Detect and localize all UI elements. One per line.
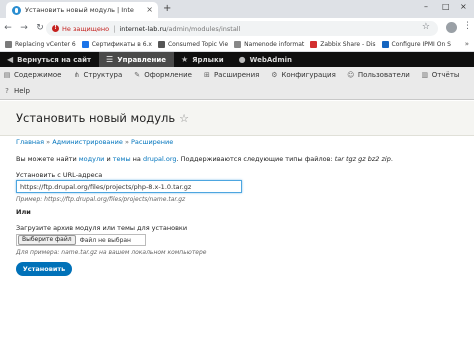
breadcrumb-home[interactable]: Главная [16, 138, 44, 146]
admin-toolbar: ◀ Вернуться на сайт ☰ Управление ★ Ярлыки ●… [0, 52, 474, 67]
add-shortcut-star-icon[interactable]: ☆ [179, 112, 189, 125]
tray-item-extend[interactable]: ⊞ Расширения [203, 71, 259, 79]
or-label: Или [16, 208, 31, 216]
bookmark-item[interactable]: Consumed Topic Vie [157, 41, 228, 48]
back-arrow-icon: ◀ [7, 55, 14, 64]
address-bar[interactable]: ! Не защищено | internet-lab.ru/admin/mo… [46, 21, 438, 36]
bookmark-item[interactable]: Configure IPMI On S [381, 41, 451, 48]
file-upload-field[interactable]: Выберите файл Файл не выбран [16, 234, 146, 246]
user-icon: ● [238, 55, 246, 64]
forward-icon[interactable]: → [16, 23, 32, 33]
back-icon[interactable]: ← [0, 23, 16, 33]
bookmark-icon [157, 41, 165, 48]
url-text[interactable]: internet-lab.ru/admin/modules/install [119, 25, 240, 33]
close-window-button[interactable]: × [460, 2, 467, 11]
help-icon: ? [5, 87, 9, 95]
shortcuts-tab[interactable]: ★ Ярлыки [174, 52, 232, 67]
maximize-button[interactable]: □ [442, 2, 450, 11]
page-header: Установить новый модуль ☆ [0, 101, 474, 136]
tray-item-reports[interactable]: ▥ Отчёты [421, 71, 459, 79]
file-status: Файл не выбран [79, 236, 131, 244]
bookmark-item[interactable]: Namenode informat [234, 41, 304, 48]
bookmark-item[interactable]: Сертификаты в 6.x [81, 41, 152, 48]
bookmark-icon [310, 41, 318, 48]
breadcrumb-extend[interactable]: Расширение [131, 138, 173, 146]
tab-title: Установить новый модуль | Inte [25, 6, 134, 14]
manage-menu-tab[interactable]: ☰ Управление [99, 52, 174, 67]
user-tab[interactable]: ● WebAdmin [232, 52, 300, 67]
bookmark-icon [81, 41, 89, 48]
browser-tabstrip: Установить новый модуль | Inte × + – □ × [0, 0, 474, 18]
star-icon: ★ [180, 55, 189, 64]
back-to-site-link[interactable]: ◀ Вернуться на сайт [0, 52, 99, 67]
tray-item-content[interactable]: ▤ Содержимое [3, 71, 62, 79]
tray-item-configuration[interactable]: ⚙ Конфигурация [270, 71, 336, 79]
breadcrumb: Главная » Администрирование » Расширение [16, 138, 174, 146]
bookmark-item[interactable]: Replacing vCenter 6 [5, 41, 76, 48]
bookmark-icon [381, 41, 389, 48]
drupal-favicon-icon [12, 5, 21, 15]
upload-label: Загрузите архив модуля или темы для уста… [16, 224, 188, 232]
tab-close-icon[interactable]: × [146, 5, 153, 14]
bookmark-icon [5, 41, 12, 48]
appearance-icon: ✎ [134, 71, 141, 79]
themes-link[interactable]: темы [113, 155, 131, 163]
url-hint: Пример: https://ftp.drupal.org/files/pro… [16, 196, 186, 203]
drupal-org-link[interactable]: drupal.org [143, 155, 177, 163]
not-secure-icon[interactable]: ! [52, 25, 59, 32]
wrench-icon: ⚙ [271, 71, 278, 79]
page-title: Установить новый модуль [16, 111, 176, 125]
project-url-input[interactable]: https://ftp.drupal.org/files/projects/ph… [16, 180, 242, 193]
minimize-button[interactable]: – [424, 2, 428, 11]
tray-item-help[interactable]: ? Help [3, 87, 30, 95]
breadcrumb-admin[interactable]: Администрирование [52, 138, 123, 146]
bookmark-star-icon[interactable]: ☆ [422, 22, 430, 32]
bookmark-item[interactable]: Zabbix Share - Dis [310, 41, 376, 48]
admin-tray: ▤ Содержимое ⋔ Структура ✎ Оформление ⊞ Расш… [0, 67, 474, 100]
tray-item-appearance[interactable]: ✎ Оформление [133, 71, 192, 79]
profile-avatar[interactable] [446, 22, 457, 33]
people-icon: ☺ [347, 71, 355, 79]
reports-icon: ▥ [421, 71, 429, 79]
new-tab-button[interactable]: + [163, 3, 171, 14]
choose-file-button[interactable]: Выберите файл [18, 235, 76, 245]
upload-hint: Для примера: name.tar.gz на вашем локаль… [16, 249, 207, 256]
tray-item-structure[interactable]: ⋔ Структура [73, 71, 123, 79]
tray-item-people[interactable]: ☺ Пользователи [347, 71, 410, 79]
extend-icon: ⊞ [204, 71, 210, 79]
bookmarks-overflow-icon[interactable]: » [465, 40, 469, 48]
browser-toolbar: ← → ↻ ! Не защищено | internet-lab.ru/ad… [0, 18, 474, 38]
hamburger-icon: ☰ [106, 55, 114, 64]
modules-link[interactable]: модули [79, 155, 105, 163]
file-extensions: tar tgz gz bz2 zip [334, 155, 391, 163]
bookmark-icon [234, 41, 242, 48]
structure-icon: ⋔ [73, 71, 80, 79]
browser-tab[interactable]: Установить новый модуль | Inte × [6, 2, 158, 18]
browser-menu-icon[interactable]: ⋮ [463, 21, 472, 31]
security-label[interactable]: Не защищено [62, 25, 109, 33]
bookmarks-bar: Replacing vCenter 6 Сертификаты в 6.x Co… [0, 38, 474, 52]
intro-text: Вы можете найти модули и темы на drupal.… [16, 155, 393, 163]
content-icon: ▤ [3, 71, 11, 79]
install-button[interactable]: Установить [16, 262, 72, 276]
url-label: Установить с URL-адреса [16, 171, 103, 179]
